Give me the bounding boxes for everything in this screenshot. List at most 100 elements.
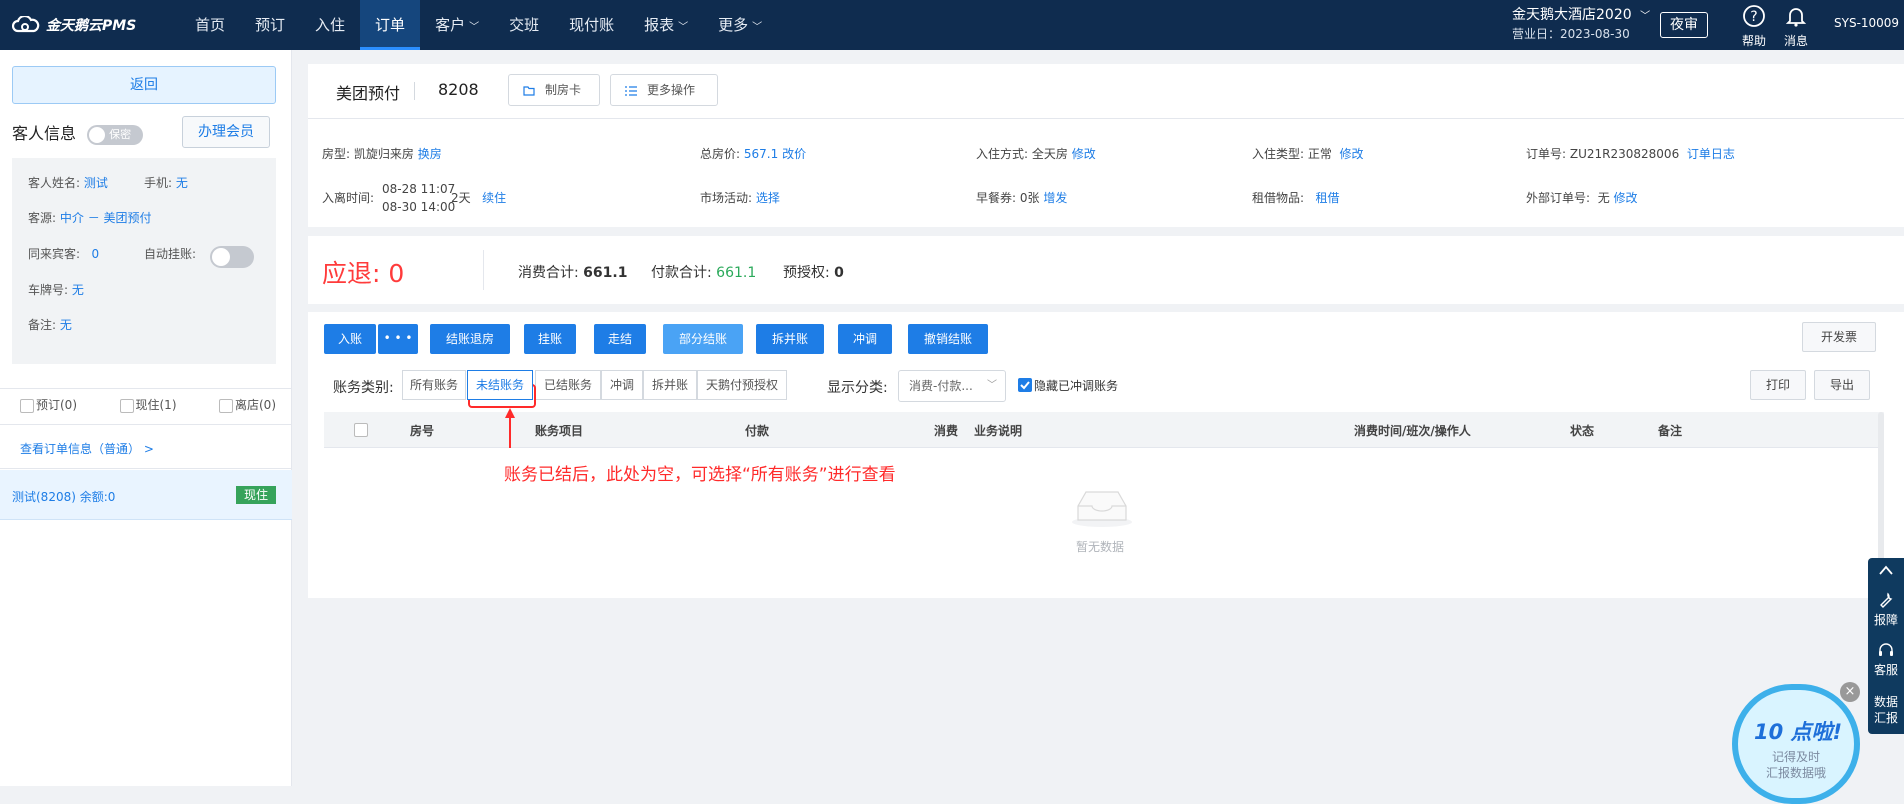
action-button-0[interactable]: 结账退房 bbox=[430, 324, 510, 354]
companions-value[interactable]: 0 bbox=[92, 247, 100, 261]
room-type-field: 房型: 凯旋归来房 换房 bbox=[322, 145, 442, 162]
remark-value[interactable]: 无 bbox=[60, 318, 72, 332]
account-type-tab-2[interactable]: 已结账务 bbox=[535, 370, 601, 400]
divider bbox=[0, 388, 292, 389]
action-button-3[interactable]: 部分结账 bbox=[663, 324, 743, 354]
order-header: 美团预付 8208 制房卡 更多操作 bbox=[308, 64, 1904, 118]
source-label: 客源: bbox=[28, 211, 57, 225]
report-fault-label: 报障 bbox=[1873, 613, 1898, 627]
account-type-tab-3[interactable]: 冲调 bbox=[601, 370, 643, 400]
guest-info-title: 客人信息 bbox=[12, 124, 77, 143]
guest-name-value[interactable]: 测试 bbox=[84, 176, 108, 190]
preauth-label: 预授权: bbox=[783, 265, 830, 281]
nights: 2天 bbox=[451, 191, 471, 205]
col-room: 房号 bbox=[410, 424, 435, 438]
night-audit-button[interactable]: 夜审 bbox=[1660, 12, 1708, 38]
action-button-4[interactable]: 拆并账 bbox=[756, 324, 824, 354]
help-button[interactable]: ? 帮助 bbox=[1734, 4, 1774, 49]
back-button[interactable]: 返回 bbox=[12, 66, 276, 104]
brand-logo[interactable]: 金天鹅云PMS bbox=[12, 12, 136, 38]
total-price-field: 总房价: 567.1 改价 bbox=[700, 145, 806, 162]
rent-link[interactable]: 租借 bbox=[1316, 191, 1340, 205]
print-button[interactable]: 打印 bbox=[1750, 370, 1806, 400]
edit-checkin-type-link[interactable]: 修改 bbox=[1340, 147, 1364, 161]
account-type-tab-5[interactable]: 天鹅付预授权 bbox=[697, 370, 787, 400]
report-fault-button[interactable]: 报障 bbox=[1868, 592, 1904, 628]
hide-reversed-label: 隐藏已冲调账务 bbox=[1034, 379, 1119, 393]
checkbox[interactable] bbox=[20, 398, 34, 413]
nav-item-8[interactable]: 更多 ﹀ bbox=[703, 0, 777, 50]
account-type-tab-4[interactable]: 拆并账 bbox=[643, 370, 697, 400]
close-icon[interactable]: × bbox=[1840, 682, 1860, 702]
action-button-6[interactable]: 撤销结账 bbox=[908, 324, 988, 354]
nav-item-1[interactable]: 预订 bbox=[240, 0, 300, 50]
account-type-tab-0[interactable]: 所有账务 bbox=[402, 370, 466, 400]
breakfast-add-link[interactable]: 增发 bbox=[1043, 191, 1067, 205]
privacy-toggle[interactable]: 保密 bbox=[87, 124, 144, 145]
make-card-button[interactable]: 制房卡 bbox=[508, 74, 600, 106]
reminder-promo[interactable]: 10 点啦! 记得及时 汇报数据哦 bbox=[1732, 684, 1860, 804]
post-charge-button[interactable]: 入账 bbox=[324, 324, 376, 354]
filter-reserved[interactable]: 预订(0) bbox=[20, 396, 77, 413]
market-select-link[interactable]: 选择 bbox=[756, 191, 780, 205]
promo-text: 记得及时 汇报数据哦 bbox=[1766, 749, 1826, 781]
empty-inbox-icon bbox=[1072, 491, 1132, 527]
action-button-1[interactable]: 挂账 bbox=[524, 324, 576, 354]
guest-list-item[interactable]: 测试(8208) 余额:0 现住 bbox=[0, 470, 292, 520]
more-ops-label: 更多操作 bbox=[647, 83, 696, 97]
nav-item-label: 预订 bbox=[255, 16, 286, 34]
display-category-value: 消费-付款... bbox=[909, 379, 973, 393]
edit-ext-order-link[interactable]: 修改 bbox=[1614, 191, 1638, 205]
edit-checkin-mode-link[interactable]: 修改 bbox=[1072, 147, 1096, 161]
nav-item-0[interactable]: 首页 bbox=[180, 0, 240, 50]
data-report-button[interactable]: 数据 汇报 bbox=[1868, 694, 1904, 726]
display-category-select[interactable]: 消费-付款... ﹀ bbox=[898, 370, 1006, 402]
nav-item-4[interactable]: 客户 ﹀ bbox=[420, 0, 494, 50]
change-price-link[interactable]: 改价 bbox=[782, 147, 806, 161]
export-button[interactable]: 导出 bbox=[1814, 370, 1870, 400]
support-button[interactable]: 客服 bbox=[1868, 642, 1904, 678]
nav-item-5[interactable]: 交班 bbox=[494, 0, 554, 50]
order-no-field: 订单号: ZU21R230828006 订单日志 bbox=[1526, 145, 1735, 162]
nav-item-label: 入住 bbox=[315, 16, 346, 34]
source-row: 客源: 中介 － 美团预付 bbox=[28, 209, 152, 226]
col-business-desc: 业务说明 bbox=[974, 424, 1023, 438]
post-more-button[interactable]: • • • bbox=[378, 324, 418, 354]
chevron-down-icon: ﹀ bbox=[1640, 11, 1651, 22]
hotel-selector[interactable]: 金天鹅大酒店2020 ﹀ bbox=[1512, 6, 1650, 26]
account-type-tab-1[interactable]: 未结账务 bbox=[467, 370, 533, 400]
hide-reversed-checkbox[interactable] bbox=[1018, 378, 1032, 392]
room-type-value: 凯旋归来房 bbox=[353, 147, 414, 161]
view-order-link[interactable]: 查看订单信息（普通） > bbox=[20, 440, 154, 457]
nav-item-label: 首页 bbox=[195, 16, 226, 34]
divider bbox=[0, 424, 292, 425]
ext-order-field: 外部订单号: 无 修改 bbox=[1526, 189, 1638, 206]
extend-stay-link[interactable]: 续住 bbox=[482, 191, 506, 205]
messages-button[interactable]: 消息 bbox=[1776, 4, 1816, 49]
more-ops-button[interactable]: 更多操作 bbox=[610, 74, 718, 106]
action-button-5[interactable]: 冲调 bbox=[838, 324, 892, 354]
nav-item-2[interactable]: 入住 bbox=[300, 0, 360, 50]
order-log-link[interactable]: 订单日志 bbox=[1687, 147, 1735, 161]
source-value[interactable]: 中介 － 美团预付 bbox=[60, 211, 152, 225]
member-button[interactable]: 办理会员 bbox=[182, 116, 270, 148]
divider bbox=[414, 82, 415, 100]
plate-value[interactable]: 无 bbox=[72, 283, 84, 297]
checkbox[interactable] bbox=[119, 398, 134, 413]
user-account[interactable]: SYS-10009 bbox=[1834, 16, 1899, 30]
nav-item-6[interactable]: 现付账 bbox=[554, 0, 629, 50]
nav-item-3[interactable]: 订单 bbox=[360, 0, 421, 50]
select-all-checkbox[interactable] bbox=[354, 423, 368, 437]
invoice-button[interactable]: 开发票 bbox=[1802, 322, 1876, 352]
collapse-button[interactable] bbox=[1868, 564, 1904, 580]
checkbox[interactable] bbox=[219, 398, 233, 413]
filter-departed[interactable]: 离店(0) bbox=[219, 396, 276, 413]
filter-in-house[interactable]: 现住(1) bbox=[119, 396, 177, 413]
auto-hang-toggle[interactable] bbox=[210, 246, 254, 268]
promo-line-2: 汇报数据哦 bbox=[1766, 766, 1827, 780]
phone-value[interactable]: 无 bbox=[176, 176, 188, 190]
action-button-2[interactable]: 走结 bbox=[594, 324, 646, 354]
help-label: 帮助 bbox=[1741, 34, 1766, 48]
change-room-link[interactable]: 换房 bbox=[418, 147, 442, 161]
nav-item-7[interactable]: 报表 ﹀ bbox=[629, 0, 703, 50]
